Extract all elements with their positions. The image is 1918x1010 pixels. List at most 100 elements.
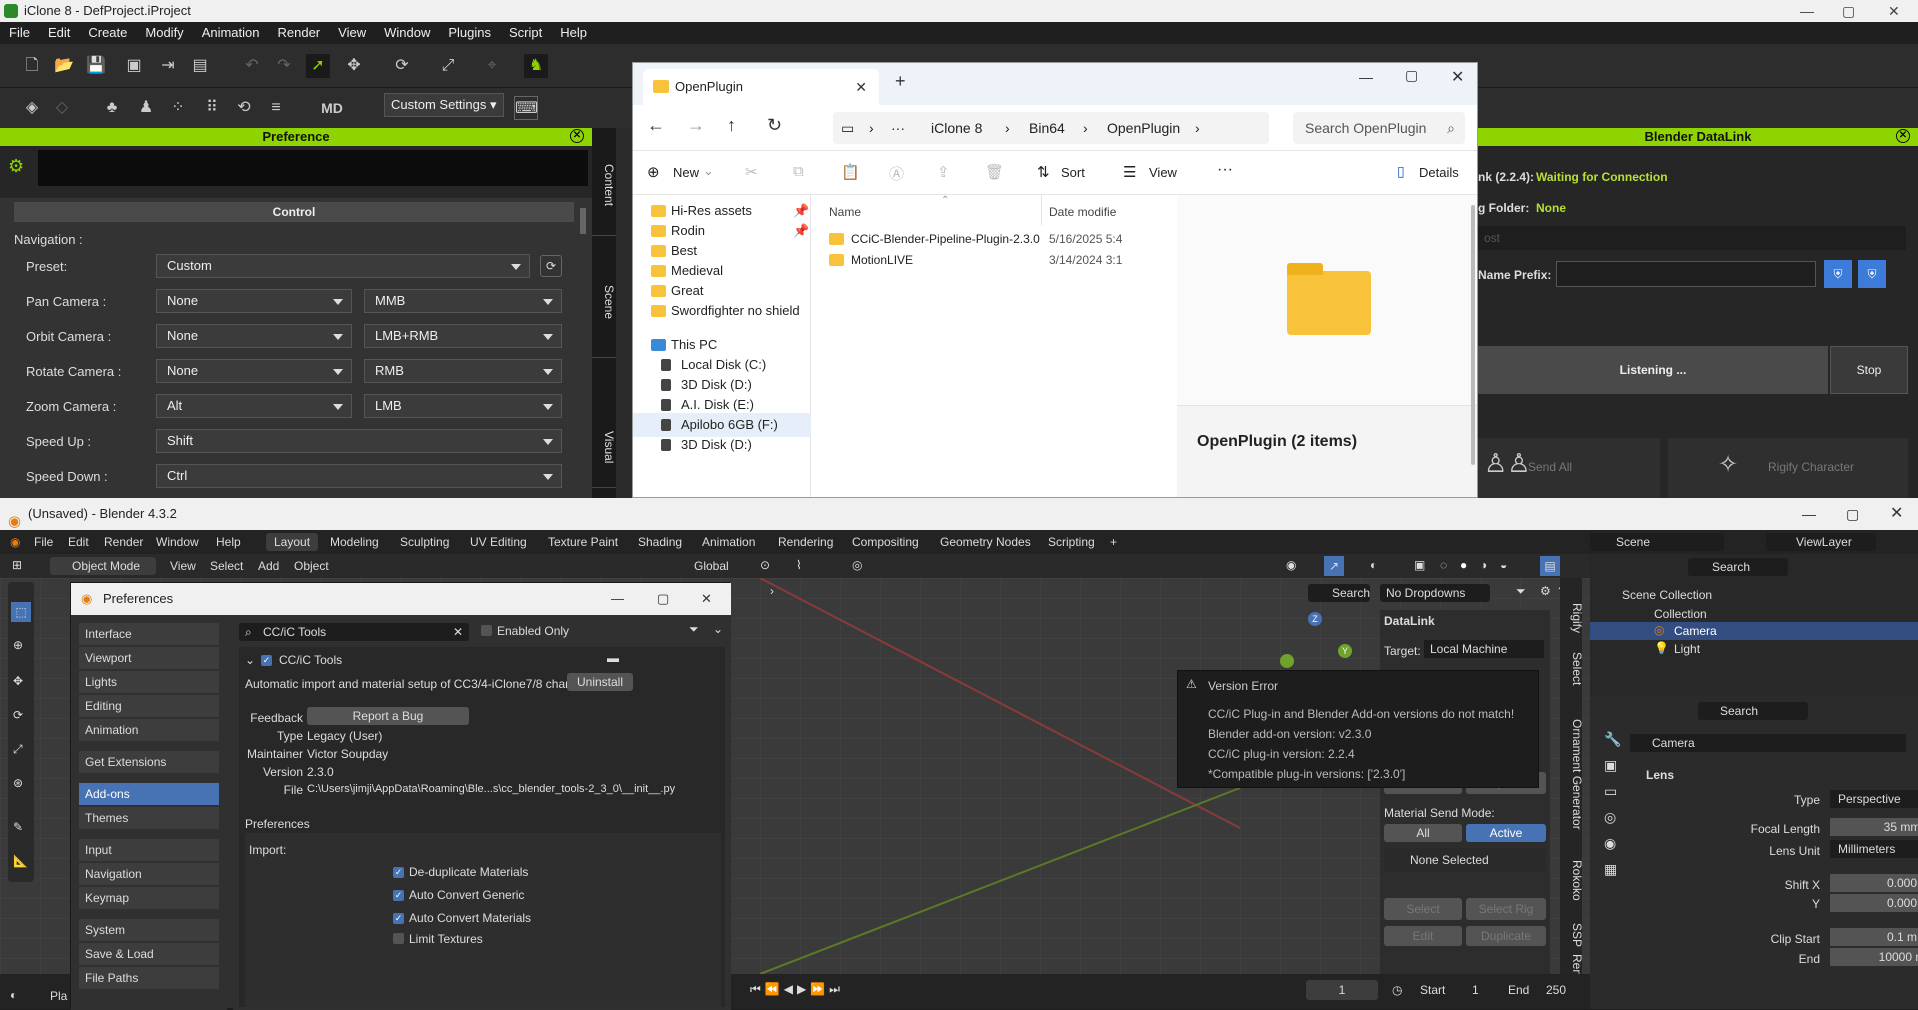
menu-animation[interactable]: Animation <box>193 25 269 40</box>
collection-label[interactable]: Collection <box>1654 607 1707 621</box>
shield-link-icon[interactable]: ⛨ <box>1858 260 1886 288</box>
view-button[interactable]: View <box>1149 165 1177 180</box>
file-row[interactable]: MotionLIVE 3/14/2024 3:1 <box>821 250 1177 270</box>
gizmo-icon[interactable]: ↗ <box>1324 556 1344 576</box>
nav-item[interactable]: Swordfighter no shield <box>633 299 811 323</box>
tab-ornament-generator[interactable]: Ornament Generator <box>1560 704 1584 844</box>
shading-wireframe-icon[interactable]: ◌ <box>1440 558 1447 572</box>
copy-icon[interactable]: ⧉ <box>793 163 804 180</box>
gizmo-z-axis[interactable]: Z <box>1308 612 1322 626</box>
sidebar-item-system[interactable]: System <box>79 919 219 941</box>
grid-icon[interactable]: ⠿ <box>200 96 224 120</box>
lens-unit-dropdown[interactable]: Millimeters <box>1830 840 1918 858</box>
shading-rendered-icon[interactable]: ◒ <box>1500 558 1507 572</box>
close-icon[interactable]: ✕ <box>1888 0 1900 22</box>
maximize-icon[interactable]: ▢ <box>1842 0 1855 22</box>
viewport-search[interactable]: Search <box>1308 584 1370 602</box>
pivot-icon[interactable]: ⊙ <box>760 558 770 572</box>
column-date-modified[interactable]: Date modifie <box>1049 205 1116 219</box>
sidebar-item-save-load[interactable]: Save & Load <box>79 943 219 965</box>
menu-render[interactable]: Render <box>269 25 330 40</box>
sidebar-item-input[interactable]: Input <box>79 839 219 861</box>
gizmo-neg-y-axis[interactable] <box>1280 654 1294 668</box>
preset-dropdown[interactable]: Custom <box>156 254 530 278</box>
send-all-button[interactable]: ♙♙ Send All <box>1478 438 1660 498</box>
rigify-character-button[interactable]: ✧ Rigify Character <box>1668 438 1908 498</box>
gizmo-y-axis[interactable]: Y <box>1338 644 1352 658</box>
uninstall-button[interactable]: Uninstall <box>567 673 633 691</box>
orbit-camera-mouse-dropdown[interactable]: LMB+RMB <box>364 324 562 348</box>
pan-camera-mouse-dropdown[interactable]: MMB <box>364 289 562 313</box>
object-mode-dropdown[interactable]: Object Mode <box>50 557 156 575</box>
rotate-camera-mouse-dropdown[interactable]: RMB <box>364 359 562 383</box>
close-panel-icon[interactable]: ✕ <box>1896 129 1910 143</box>
file-row[interactable]: CCiC-Blender-Pipeline-Plugin-2.3.0 5/16/… <box>821 229 1177 249</box>
menu-render[interactable]: Render <box>104 530 143 554</box>
new-tab-icon[interactable]: + <box>895 71 906 92</box>
chevron-down-icon[interactable]: ⌄ <box>713 622 723 636</box>
breadcrumb[interactable]: ▭ › ··· iClone 8 › Bin64 › OpenPlugin › <box>833 112 1269 144</box>
new-button[interactable]: New <box>673 165 699 180</box>
outliner-row-camera[interactable]: ◎ Camera <box>1590 622 1918 640</box>
menu-object[interactable]: Object <box>294 559 329 573</box>
current-frame-field[interactable]: 1 <box>1306 980 1378 1000</box>
collapse-arrow-icon[interactable]: › <box>770 584 774 598</box>
properties-search[interactable]: Search <box>1698 702 1808 720</box>
breadcrumb-bin64[interactable]: Bin64 <box>1029 112 1065 144</box>
menu-add[interactable]: Add <box>258 559 279 573</box>
shading-material-icon[interactable]: ◑ <box>1480 558 1487 572</box>
menu-script[interactable]: Script <box>500 25 551 40</box>
export-icon[interactable]: ⇥ <box>156 54 180 78</box>
proportional-edit-icon[interactable]: ◎ <box>852 558 862 572</box>
auto-convert-generic-checkbox[interactable]: ✓ <box>393 888 404 902</box>
undo-icon[interactable]: ↶ <box>240 54 264 78</box>
maximize-icon[interactable]: ▢ <box>1846 498 1859 530</box>
playback-controls[interactable]: ⏮⏪◀▶⏩⏭ <box>750 982 844 997</box>
select-box-icon[interactable]: ⬚ <box>11 602 31 622</box>
workspace-tab-animation[interactable]: Animation <box>702 530 755 554</box>
close-tab-icon[interactable]: ✕ <box>855 69 867 105</box>
outliner-search[interactable]: Search <box>1688 558 1788 576</box>
maximize-icon[interactable]: ▢ <box>657 583 669 615</box>
menu-create[interactable]: Create <box>79 25 136 40</box>
minimize-icon[interactable]: — <box>611 583 624 615</box>
menu-edit[interactable]: Edit <box>68 530 89 554</box>
sidebar-item-themes[interactable]: Themes <box>79 807 219 829</box>
select-button[interactable]: Select <box>1384 898 1462 920</box>
sidebar-item-keymap[interactable]: Keymap <box>79 887 219 909</box>
name-prefix-input[interactable] <box>1556 261 1816 287</box>
workspace-tab-texture-paint[interactable]: Texture Paint <box>548 530 618 554</box>
breadcrumb-more[interactable]: ··· <box>891 112 905 144</box>
sidebar-item-navigation[interactable]: Navigation <box>79 863 219 885</box>
sidebar-item-file-paths[interactable]: File Paths <box>79 967 219 989</box>
scale-icon[interactable]: ⤢ <box>13 742 23 757</box>
menu-select[interactable]: Select <box>210 559 243 573</box>
workspace-tab-modeling[interactable]: Modeling <box>330 530 379 554</box>
md-plugin-icon[interactable]: MD <box>320 96 344 120</box>
clear-search-icon[interactable]: ✕ <box>453 623 463 641</box>
reset-icon[interactable]: ⟳ <box>540 255 562 277</box>
menu-window[interactable]: Window <box>156 530 199 554</box>
editor-type-icon[interactable]: ⊞ <box>12 558 22 572</box>
forward-icon[interactable]: → <box>687 115 705 136</box>
enabled-only-checkbox[interactable] <box>481 625 492 636</box>
visibility-icon[interactable]: ◉ <box>1286 558 1296 572</box>
save-icon[interactable]: 💾 <box>84 54 108 78</box>
breadcrumb-openplugin[interactable]: OpenPlugin <box>1107 112 1180 144</box>
addon-enabled-checkbox[interactable]: ✓ <box>261 653 272 667</box>
start-field[interactable]: 1 <box>1472 983 1479 997</box>
close-panel-icon[interactable]: ✕ <box>570 129 584 143</box>
addon-search-input[interactable]: ⌕ CC/iC Tools ✕ <box>239 623 469 641</box>
target-dropdown[interactable]: Local Machine <box>1424 640 1544 658</box>
pick-tool-icon[interactable]: ⌖ <box>480 54 504 78</box>
clip-start-field[interactable]: 0.1 m <box>1830 928 1918 946</box>
blender-menu-icon[interactable]: ◉ <box>10 530 20 554</box>
clip-end-field[interactable]: 10000 m <box>1830 948 1918 966</box>
tab-select[interactable]: Select <box>1560 644 1584 694</box>
lens-section-header[interactable]: Lens <box>1646 768 1674 782</box>
workspace-tab-geometry-nodes[interactable]: Geometry Nodes <box>940 530 1031 554</box>
explorer-search-input[interactable]: Search OpenPlugin ⌕ <box>1293 112 1465 144</box>
pan-camera-modifier-dropdown[interactable]: None <box>156 289 352 313</box>
menu-file[interactable]: File <box>34 530 53 554</box>
custom-settings-dropdown[interactable]: Custom Settings ▾ <box>384 93 504 117</box>
